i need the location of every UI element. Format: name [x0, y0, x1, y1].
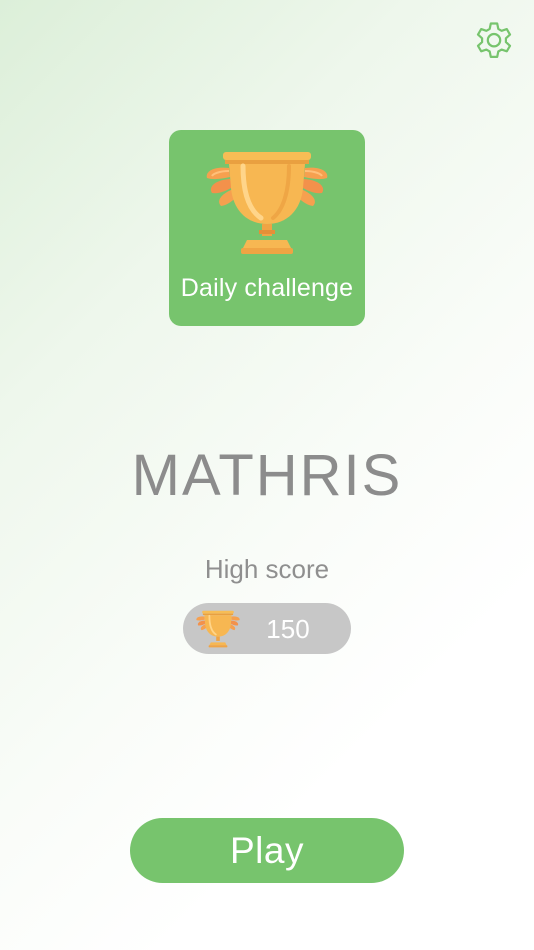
settings-button[interactable] — [470, 16, 518, 64]
high-score-value: 150 — [266, 614, 310, 644]
winged-trophy-icon — [206, 152, 328, 254]
app-title: MATHRIS — [131, 443, 403, 508]
high-score-badge: 150 — [183, 603, 351, 654]
play-button[interactable]: Play — [130, 818, 404, 883]
gear-icon — [476, 22, 512, 58]
daily-challenge-button[interactable]: Daily challenge — [169, 130, 365, 326]
high-score-label: High score — [204, 554, 330, 584]
daily-challenge-label: Daily challenge — [180, 274, 354, 302]
winged-trophy-icon — [196, 610, 240, 648]
